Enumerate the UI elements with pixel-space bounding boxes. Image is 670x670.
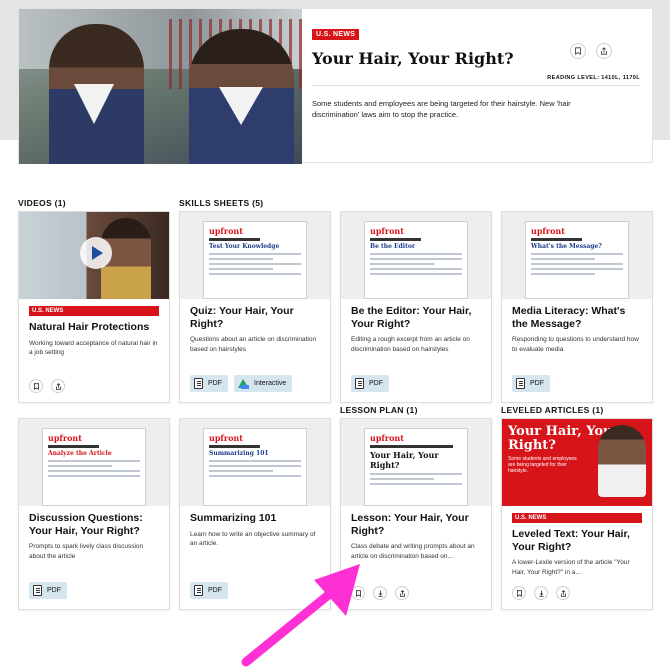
section-tag: U.S. NEWS — [512, 513, 642, 523]
article-description: Some students and employees are being ta… — [312, 99, 571, 119]
card-title[interactable]: Media Literacy: What's the Message? — [512, 305, 642, 330]
interactive-button[interactable]: Interactive — [234, 375, 293, 392]
google-drive-icon — [238, 378, 249, 389]
card-title[interactable]: Natural Hair Protections — [29, 321, 159, 334]
leveled-articles-heading: LEVELED ARTICLES (1) — [501, 405, 604, 415]
play-button[interactable] — [80, 237, 112, 269]
reading-level: READING LEVEL: 1410L, 1170L — [547, 75, 640, 81]
bookmark-icon[interactable] — [512, 586, 526, 600]
document-icon — [33, 585, 42, 596]
video-thumbnail[interactable] — [19, 212, 169, 299]
card-thumbnail[interactable]: upfront Analyze the Article — [19, 419, 169, 506]
card-description: Questions about an article on discrimina… — [190, 336, 317, 353]
card-title[interactable]: Quiz: Your Hair, Your Right? — [190, 305, 320, 330]
download-icon[interactable] — [534, 586, 548, 600]
card-description: Responding to questions to understand ho… — [512, 336, 639, 353]
bookmark-icon[interactable] — [351, 586, 365, 600]
editor-card[interactable]: upfront Be the Editor Be the Editor: Your… — [340, 211, 492, 403]
card-title[interactable]: Leveled Text: Your Hair, Your Right? — [512, 528, 642, 553]
card-thumbnail[interactable]: upfront What's the Message? — [502, 212, 652, 299]
divider — [312, 85, 640, 86]
pdf-button[interactable]: PDF — [351, 375, 389, 392]
videos-heading: VIDEOS (1) — [18, 198, 66, 208]
lesson-plan-heading: LESSON PLAN (1) — [340, 405, 418, 415]
quiz-card[interactable]: upfront Test Your Knowledge Quiz: Your Ha… — [179, 211, 331, 403]
card-description: A lower-Lexile version of the article "Y… — [512, 559, 630, 576]
hero-article[interactable]: U.S. NEWS Your Hair, Your Right? READING… — [18, 8, 653, 164]
media-literacy-card[interactable]: upfront What's the Message? Media Literac… — [501, 211, 653, 403]
bookmark-icon[interactable] — [29, 379, 43, 393]
lesson-plan-card[interactable]: upfront Your Hair, Your Right? Lesson: Yo… — [340, 418, 492, 610]
card-thumbnail[interactable]: upfront Your Hair, Your Right? — [341, 419, 491, 506]
card-title[interactable]: Be the Editor: Your Hair, Your Right? — [351, 305, 481, 330]
share-icon[interactable] — [51, 379, 65, 393]
card-thumbnail[interactable]: upfront Test Your Knowledge — [180, 212, 330, 299]
summarizing-card[interactable]: upfront Summarizing 101 Summarizing 101 L… — [179, 418, 331, 610]
share-icon[interactable] — [395, 586, 409, 600]
pdf-button[interactable]: PDF — [190, 582, 228, 599]
card-description: Editing a rough excerpt from an article … — [351, 336, 470, 353]
download-icon[interactable] — [373, 586, 387, 600]
pdf-button[interactable]: PDF — [190, 375, 228, 392]
card-title[interactable]: Lesson: Your Hair, Your Right? — [351, 512, 481, 537]
pdf-button[interactable]: PDF — [512, 375, 550, 392]
section-tag: U.S. NEWS — [29, 306, 159, 316]
hero-image — [19, 9, 302, 164]
document-icon — [194, 378, 203, 389]
section-tag: U.S. NEWS — [312, 29, 360, 40]
pdf-button[interactable]: PDF — [29, 582, 67, 599]
leveled-article-card[interactable]: Your Hair, Your Right? Some students and … — [501, 418, 653, 610]
share-icon[interactable] — [556, 586, 570, 600]
card-description: Learn how to write an objective summary … — [190, 530, 316, 548]
skills-sheets-heading: SKILLS SHEETS (5) — [179, 198, 264, 208]
card-title[interactable]: Discussion Questions: Your Hair, Your Ri… — [29, 512, 159, 537]
card-description: Prompts to spark lively class discussion… — [29, 543, 144, 560]
document-icon — [516, 378, 525, 389]
document-icon — [194, 585, 203, 596]
bookmark-icon[interactable] — [570, 43, 586, 59]
card-description: Class debate and writing prompts about a… — [351, 543, 475, 560]
video-card[interactable]: U.S. NEWS Natural Hair Protections Worki… — [18, 211, 170, 403]
card-thumbnail[interactable]: Your Hair, Your Right? Some students and … — [502, 419, 652, 506]
card-thumbnail[interactable]: upfront Summarizing 101 — [180, 419, 330, 506]
card-description: Working toward acceptance of natural hai… — [29, 339, 158, 357]
share-icon[interactable] — [596, 43, 612, 59]
discussion-card[interactable]: upfront Analyze the Article Discussion Qu… — [18, 418, 170, 610]
document-icon — [355, 378, 364, 389]
card-thumbnail[interactable]: upfront Be the Editor — [341, 212, 491, 299]
card-title[interactable]: Summarizing 101 — [190, 512, 320, 525]
